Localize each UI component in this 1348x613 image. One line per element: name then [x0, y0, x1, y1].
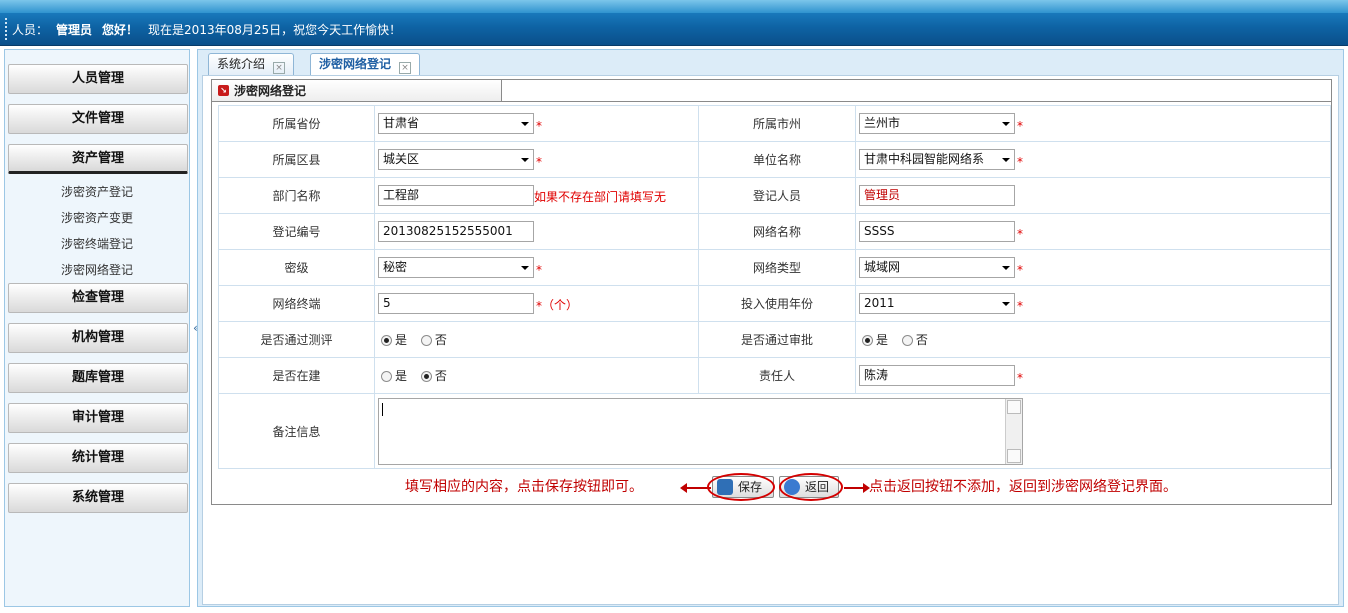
- radio-label: 否: [434, 333, 447, 347]
- highlight-ring: [707, 473, 775, 501]
- label-reg-no: 登记编号: [218, 213, 375, 250]
- required-mark: *: [1017, 119, 1023, 133]
- sidebar-sub-network-register[interactable]: 涉密网络登记: [5, 261, 189, 278]
- close-icon[interactable]: ×: [273, 62, 286, 74]
- nav-statistics[interactable]: 统计管理: [8, 443, 188, 473]
- sidebar-sub-terminal-register[interactable]: 涉密终端登记: [5, 235, 189, 252]
- header-strip: [0, 0, 1348, 13]
- label-year-in-use: 投入使用年份: [698, 285, 856, 322]
- registration-form: 所属省份 甘肃省 * 所属市州 兰州市 * 所属区县 城关区 * 单位名称 甘肃…: [218, 105, 1331, 469]
- required-mark: *: [1017, 371, 1023, 385]
- header-separator: [5, 18, 7, 40]
- arrow-right-icon: ↘: [218, 85, 229, 96]
- nav-audit[interactable]: 审计管理: [8, 403, 188, 433]
- greeting: 您好！: [102, 23, 139, 37]
- registrar-input[interactable]: 管理员: [859, 185, 1015, 206]
- evaluated-yes-radio[interactable]: [381, 335, 392, 346]
- city-select[interactable]: 兰州市: [859, 113, 1015, 134]
- required-mark: *: [536, 263, 542, 277]
- nav-system[interactable]: 系统管理: [8, 483, 188, 513]
- label-network-name: 网络名称: [698, 213, 856, 250]
- label-responsible: 责任人: [698, 357, 856, 394]
- nav-inspection[interactable]: 检查管理: [8, 283, 188, 313]
- radio-label: 否: [915, 333, 928, 347]
- security-level-select[interactable]: 秘密: [378, 257, 534, 278]
- label-remark: 备注信息: [218, 393, 375, 469]
- label-province: 所属省份: [218, 105, 375, 142]
- terminals-input[interactable]: 5: [378, 293, 534, 314]
- department-note: 如果不存在部门请填写无: [534, 190, 667, 204]
- evaluated-no-radio[interactable]: [420, 335, 432, 346]
- sidebar-sub-asset-change[interactable]: 涉密资产变更: [5, 209, 189, 226]
- required-mark: *: [1017, 227, 1023, 241]
- top-header-bar: 人员： 管理员 您好！ 现在是2013年08月25日，祝您今天工作愉快！: [0, 0, 1348, 46]
- panel-title: ↘ 涉密网络登记: [212, 80, 502, 102]
- department-input[interactable]: 工程部: [378, 185, 534, 206]
- label-department: 部门名称: [218, 177, 375, 214]
- nav-question-bank[interactable]: 题库管理: [8, 363, 188, 393]
- tab-content: ↘ 涉密网络登记 所属省份 甘肃省 * 所属市州 兰州市 * 所属区县 城关区 …: [202, 75, 1339, 605]
- scrollbar[interactable]: [1005, 398, 1022, 464]
- user-name: 管理员: [56, 23, 93, 37]
- label-network-type: 网络类型: [698, 249, 856, 286]
- approved-no-radio[interactable]: [901, 335, 913, 346]
- radio-label: 是: [876, 333, 889, 347]
- user-label: 人员：: [12, 23, 49, 37]
- remark-textarea[interactable]: [378, 397, 1023, 465]
- nav-documents[interactable]: 文件管理: [8, 104, 188, 134]
- scroll-down-button[interactable]: [1007, 448, 1021, 463]
- form-panel: ↘ 涉密网络登记 所属省份 甘肃省 * 所属市州 兰州市 * 所属区县 城关区 …: [211, 79, 1332, 505]
- label-unit: 单位名称: [698, 141, 856, 178]
- radio-label: 是: [395, 333, 408, 347]
- required-mark: *: [1017, 299, 1023, 313]
- radio-label: 否: [434, 369, 447, 383]
- label-terminals: 网络终端: [218, 285, 375, 322]
- required-mark: *: [1017, 155, 1023, 169]
- approved-yes-radio[interactable]: [862, 335, 873, 346]
- network-type-select[interactable]: 城域网: [859, 257, 1015, 278]
- tab-system-intro[interactable]: 系统介绍 ×: [208, 53, 295, 75]
- highlight-ring: [779, 473, 843, 501]
- text-caret: [382, 402, 383, 416]
- label-district: 所属区县: [218, 141, 375, 178]
- panel-title-text: 涉密网络登记: [234, 84, 307, 98]
- network-name-input[interactable]: SSSS: [859, 221, 1015, 242]
- save-hint: 填写相应的内容，点击保存按钮即可。: [405, 479, 643, 495]
- responsible-input[interactable]: 陈涛: [859, 365, 1015, 386]
- date-text: 现在是2013年08月25日，祝您今天工作愉快！: [148, 23, 402, 37]
- construction-no-radio[interactable]: [420, 371, 432, 382]
- reg-no-input[interactable]: 20130825152555001: [378, 221, 534, 242]
- main-area: 系统介绍 × 涉密网络登记 × ↘ 涉密网络登记 所属省份 甘肃省 * 所属市州 兰州…: [197, 49, 1344, 607]
- required-mark: *: [536, 119, 542, 133]
- tab-network-register[interactable]: 涉密网络登记 ×: [310, 53, 421, 75]
- scroll-up-button[interactable]: [1007, 399, 1021, 414]
- label-security-level: 密级: [218, 249, 375, 286]
- tab-label: 涉密网络登记: [319, 57, 392, 71]
- radio-label: 是: [395, 369, 408, 383]
- sidebar-sub-asset-register[interactable]: 涉密资产登记: [5, 183, 189, 200]
- required-mark: *: [536, 155, 542, 169]
- nav-personnel[interactable]: 人员管理: [8, 64, 188, 94]
- label-approved: 是否通过审批: [698, 321, 856, 358]
- user-info: 人员： 管理员 您好！ 现在是2013年08月25日，祝您今天工作愉快！: [12, 21, 401, 38]
- terminals-unit: （个）: [542, 298, 579, 312]
- tab-label: 系统介绍: [217, 57, 266, 71]
- close-icon[interactable]: ×: [399, 62, 412, 74]
- district-select[interactable]: 城关区: [378, 149, 534, 170]
- divider: [502, 101, 1331, 102]
- construction-yes-radio[interactable]: [381, 371, 392, 382]
- nav-assets[interactable]: 资产管理: [8, 144, 188, 174]
- nav-organization[interactable]: 机构管理: [8, 323, 188, 353]
- province-select[interactable]: 甘肃省: [378, 113, 534, 134]
- label-under-construction: 是否在建: [218, 357, 375, 394]
- back-hint: 点击返回按钮不添加，返回到涉密网络登记界面。: [869, 479, 1177, 495]
- label-city: 所属市州: [698, 105, 856, 142]
- label-registrar: 登记人员: [698, 177, 856, 214]
- label-evaluated: 是否通过测评: [218, 321, 375, 358]
- required-mark: *: [1017, 263, 1023, 277]
- year-in-use-select[interactable]: 2011: [859, 293, 1015, 314]
- unit-select[interactable]: 甘肃中科园智能网络系: [859, 149, 1015, 170]
- arrow-right-icon: [844, 483, 870, 493]
- sidebar: 人员管理 文件管理 资产管理 涉密资产登记 涉密资产变更 涉密终端登记 涉密网络…: [4, 49, 190, 607]
